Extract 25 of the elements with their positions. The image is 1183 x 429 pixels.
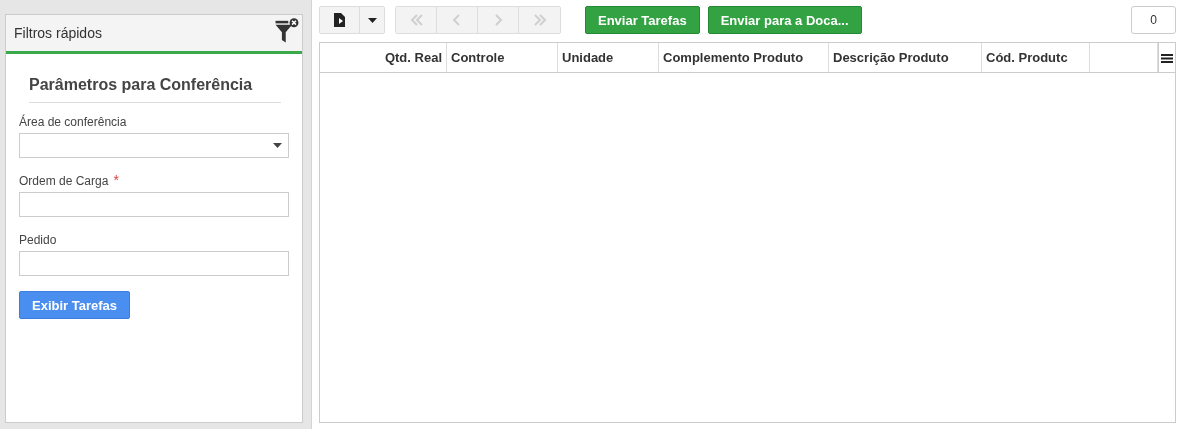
section-title: Parâmetros para Conferência	[29, 76, 281, 103]
count-bubble: 0	[1131, 6, 1176, 34]
required-mark: *	[113, 174, 119, 188]
clear-filter-icon[interactable]	[274, 17, 300, 45]
export-button[interactable]	[320, 7, 360, 33]
menu-icon[interactable]	[1161, 52, 1173, 63]
column-header[interactable]: Descrição Produto	[833, 50, 949, 65]
double-chevron-icon	[531, 12, 548, 28]
column-header[interactable]: Cód. Produtc	[986, 50, 1068, 65]
column-header[interactable]: Controle	[451, 50, 505, 65]
field-label: Área de conferência	[19, 115, 127, 129]
caret-icon	[273, 143, 282, 148]
input-field[interactable]	[19, 251, 289, 276]
input-field[interactable]	[19, 192, 289, 217]
column-header[interactable]: Complemento Produto	[663, 50, 804, 65]
column-header[interactable]: Qtd. Real	[384, 50, 442, 65]
caret-icon	[367, 17, 377, 23]
document-icon	[334, 13, 345, 27]
field-label: Ordem de Carga	[19, 174, 109, 188]
select-field[interactable]	[19, 133, 289, 158]
panel-title: Filtros rápidos	[14, 25, 102, 41]
column-header[interactable]: Unidade	[562, 50, 614, 65]
field-label: Pedido	[19, 233, 57, 247]
dropdown-button[interactable]	[360, 7, 384, 33]
double-chevron-icon	[408, 12, 424, 28]
